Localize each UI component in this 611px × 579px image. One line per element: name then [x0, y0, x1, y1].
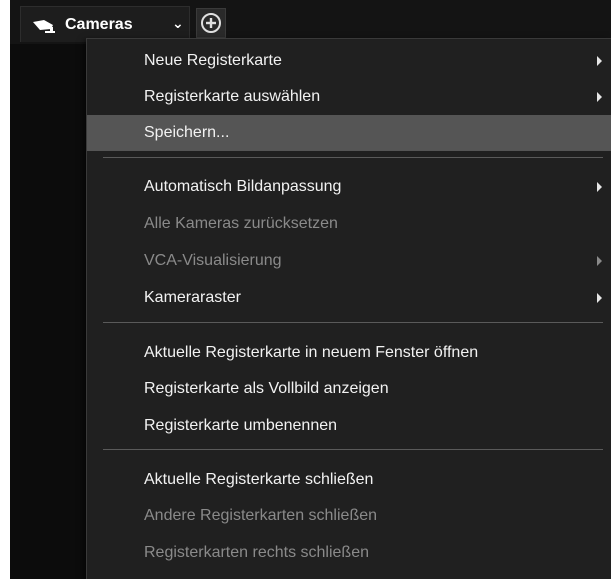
camera-icon — [31, 18, 59, 34]
menu-item-label: Alle Kameras zurücksetzen — [144, 215, 338, 232]
submenu-arrow-icon — [597, 256, 602, 266]
add-tab-icon — [201, 13, 221, 33]
menu-item-reset-all-cameras: Alle Kameras zurücksetzen — [87, 206, 611, 242]
menu-item-label: Speichern... — [144, 124, 230, 141]
tab-context-menu: Neue Registerkarte Registerkarte auswähl… — [86, 38, 611, 579]
submenu-arrow-icon — [597, 92, 602, 102]
menu-item-close-other-tabs: Andere Registerkarten schließen — [87, 498, 611, 534]
menu-item-label: Registerkarte auswählen — [144, 88, 321, 105]
menu-separator — [103, 449, 603, 450]
add-tab-button[interactable] — [196, 8, 226, 38]
chevron-down-icon[interactable]: ⌄ — [172, 15, 184, 32]
menu-item-label: Aktuelle Registerkarte schließen — [144, 471, 374, 488]
menu-item-label: Andere Registerkarten schließen — [144, 507, 378, 524]
menu-item-label: Registerkarte umbenennen — [144, 417, 338, 434]
tab-label: Cameras — [65, 16, 133, 33]
menu-item-save[interactable]: Speichern... — [87, 115, 611, 151]
menu-item-close-tabs-right: Registerkarten rechts schließen — [87, 535, 611, 571]
menu-item-show-fullscreen[interactable]: Registerkarte als Vollbild anzeigen — [87, 371, 611, 407]
menu-item-vca-visualization: VCA-Visualisierung — [87, 243, 611, 279]
menu-item-new-tab[interactable]: Neue Registerkarte — [87, 43, 611, 79]
tab-cameras[interactable]: Cameras ⌄ — [20, 6, 190, 42]
menu-item-label: VCA-Visualisierung — [144, 252, 282, 269]
menu-item-open-in-new-window[interactable]: Aktuelle Registerkarte in neuem Fenster … — [87, 335, 611, 371]
menu-item-label: Registerkarten rechts schließen — [144, 544, 369, 561]
submenu-arrow-icon — [597, 182, 602, 192]
menu-item-auto-image-adjust[interactable]: Automatisch Bildanpassung — [87, 169, 611, 205]
menu-item-label: Kameraraster — [144, 289, 241, 306]
menu-item-label: Automatisch Bildanpassung — [144, 178, 342, 195]
menu-item-select-tab[interactable]: Registerkarte auswählen — [87, 79, 611, 115]
menu-item-label: Aktuelle Registerkarte in neuem Fenster … — [144, 344, 479, 361]
menu-item-label: Registerkarte als Vollbild anzeigen — [144, 380, 389, 397]
menu-item-close-current-tab[interactable]: Aktuelle Registerkarte schließen — [87, 462, 611, 498]
menu-item-camera-grid[interactable]: Kameraraster — [87, 280, 611, 316]
menu-item-rename-tab[interactable]: Registerkarte umbenennen — [87, 408, 611, 444]
submenu-arrow-icon — [597, 293, 602, 303]
submenu-arrow-icon — [597, 56, 602, 66]
menu-item-label: Neue Registerkarte — [144, 52, 282, 69]
menu-separator — [103, 322, 603, 323]
menu-separator — [103, 157, 603, 158]
